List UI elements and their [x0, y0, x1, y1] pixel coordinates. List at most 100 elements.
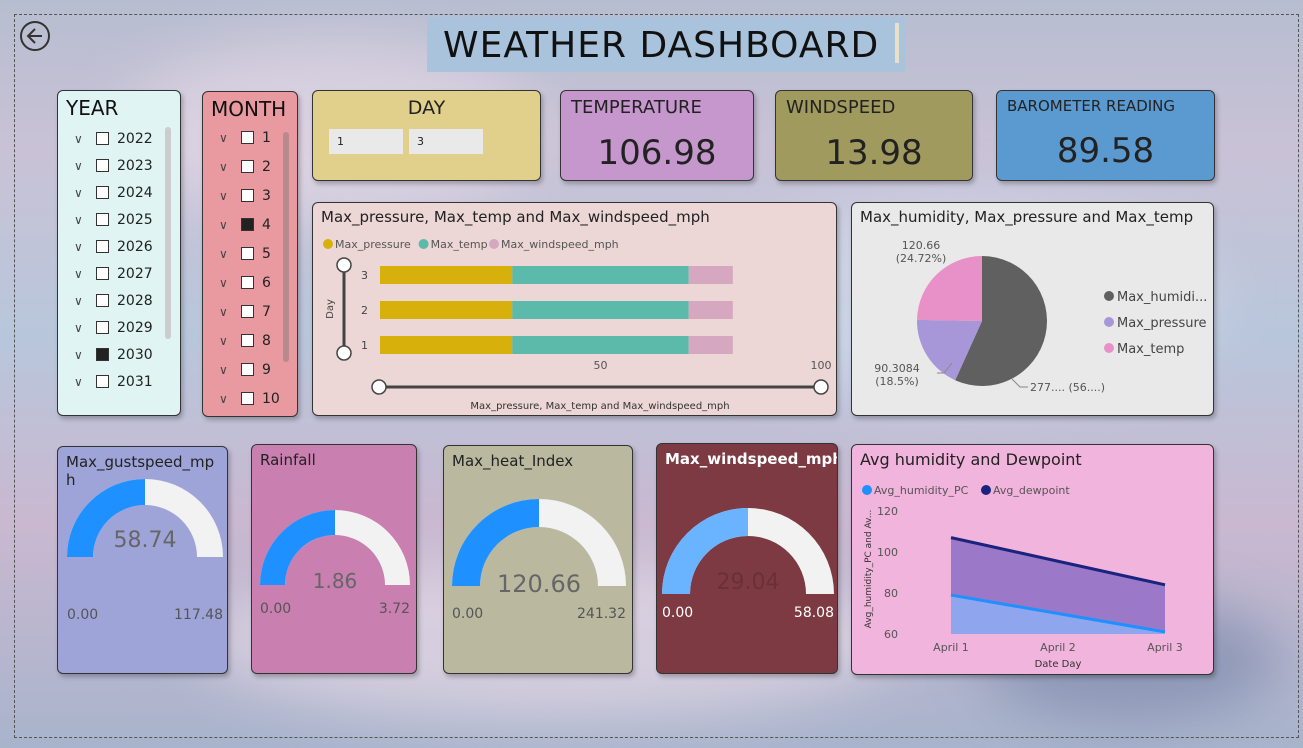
temperature-value: 106.98 [597, 133, 717, 173]
slicer-option[interactable]: ∨ 2029 [74, 320, 153, 336]
slicer-option[interactable]: ∨ 7 [219, 304, 271, 320]
chevron-down-icon[interactable]: ∨ [219, 305, 231, 319]
slicer-option[interactable]: ∨ 9 [219, 362, 271, 378]
chevron-down-icon[interactable]: ∨ [74, 186, 86, 200]
checkbox[interactable] [96, 186, 109, 199]
option-label: 2022 [117, 131, 153, 147]
bar-segment [688, 336, 733, 354]
option-label: 9 [262, 362, 271, 378]
checkbox[interactable] [96, 159, 109, 172]
x-tick-label: April 1 [933, 641, 969, 654]
day-from-input[interactable]: 1 [329, 129, 403, 154]
x-tick-label: 50 [594, 359, 608, 372]
chevron-down-icon[interactable]: ∨ [219, 160, 231, 174]
chevron-down-icon[interactable]: ∨ [74, 348, 86, 362]
slicer-option[interactable]: ∨ 2 [219, 159, 271, 175]
chevron-down-icon[interactable]: ∨ [74, 213, 86, 227]
checkbox[interactable] [241, 247, 254, 260]
slider-handle [336, 345, 352, 361]
slicer-option[interactable]: ∨ 2027 [74, 266, 153, 282]
slicer-option[interactable]: ∨ 2024 [74, 185, 153, 201]
chevron-down-icon[interactable]: ∨ [219, 334, 231, 348]
leader-line [1011, 378, 1028, 388]
gauge-card: Max_windspeed_mph 29.04 0.00 58.08 [656, 443, 838, 674]
x-axis-label: Max_pressure, Max_temp and Max_windspeed… [470, 401, 729, 412]
bar-segment [688, 301, 733, 319]
chevron-down-icon[interactable]: ∨ [74, 375, 86, 389]
legend-marker [323, 239, 333, 249]
back-button[interactable] [20, 21, 50, 51]
chevron-down-icon[interactable]: ∨ [74, 132, 86, 146]
checkbox[interactable] [241, 160, 254, 173]
chevron-down-icon[interactable]: ∨ [219, 131, 231, 145]
option-label: 8 [262, 333, 271, 349]
slicer-option[interactable]: ∨ 10 [219, 391, 280, 407]
gauge-chart: 58.74 0.00 117.48 [67, 479, 223, 623]
slicer-option[interactable]: ∨ 2030 [74, 347, 153, 363]
windspeed-label: WINDSPEED [786, 97, 896, 118]
chevron-down-icon[interactable]: ∨ [219, 276, 231, 290]
slicer-option[interactable]: ∨ 2025 [74, 212, 153, 228]
slicer-option[interactable]: ∨ 1 [219, 130, 271, 146]
option-label: 4 [262, 217, 271, 233]
data-label: (24.72%) [896, 252, 947, 265]
chevron-down-icon[interactable]: ∨ [219, 218, 231, 232]
slicer-option[interactable]: ∨ 4 [219, 217, 271, 233]
checkbox[interactable] [241, 363, 254, 376]
slicer-option[interactable]: ∨ 3 [219, 188, 271, 204]
slicer-option[interactable]: ∨ 2028 [74, 293, 153, 309]
chevron-down-icon[interactable]: ∨ [74, 240, 86, 254]
slicer-option[interactable]: ∨ 2031 [74, 374, 153, 390]
checkbox[interactable] [96, 267, 109, 280]
legend-marker [981, 485, 991, 495]
checkbox[interactable] [241, 131, 254, 144]
chevron-down-icon[interactable]: ∨ [219, 189, 231, 203]
slicer-option[interactable]: ∨ 5 [219, 246, 271, 262]
y-tick-label: 60 [884, 628, 898, 641]
back-arrow-icon [26, 28, 42, 44]
chevron-down-icon[interactable]: ∨ [74, 294, 86, 308]
checkbox[interactable] [96, 213, 109, 226]
month-scrollbar[interactable] [283, 132, 289, 362]
bar-chart: Max_pressure Max_temp Max_windspeed_mph 3 2 1… [323, 238, 832, 412]
chevron-down-icon[interactable]: ∨ [219, 247, 231, 261]
checkbox[interactable] [96, 348, 109, 361]
chevron-down-icon[interactable]: ∨ [74, 159, 86, 173]
day-to-input[interactable]: 3 [409, 129, 483, 154]
checkbox[interactable] [96, 132, 109, 145]
checkbox[interactable] [96, 294, 109, 307]
y-tick-label: 3 [361, 269, 368, 282]
bar-segment [380, 336, 513, 354]
option-label: 7 [262, 304, 271, 320]
checkbox[interactable] [96, 375, 109, 388]
slicer-option[interactable]: ∨ 6 [219, 275, 271, 291]
checkbox[interactable] [241, 334, 254, 347]
option-label: 2029 [117, 320, 153, 336]
legend-marker [489, 239, 499, 249]
option-label: 2026 [117, 239, 153, 255]
option-label: 2025 [117, 212, 153, 228]
slider-handle [371, 379, 387, 395]
area-chart: Avg_humidity_PC Avg_dewpoint 60 80 100 120 Apr… [862, 484, 1183, 670]
chevron-down-icon[interactable]: ∨ [219, 392, 231, 406]
x-tick-label: 100 [811, 359, 832, 372]
checkbox[interactable] [241, 392, 254, 405]
checkbox[interactable] [241, 305, 254, 318]
checkbox[interactable] [96, 240, 109, 253]
windspeed-value: 13.98 [825, 133, 923, 173]
slicer-option[interactable]: ∨ 2022 [74, 131, 153, 147]
y-axis-label: Day [325, 299, 336, 319]
checkbox[interactable] [241, 189, 254, 202]
chevron-down-icon[interactable]: ∨ [74, 321, 86, 335]
slicer-option[interactable]: ∨ 8 [219, 333, 271, 349]
checkbox[interactable] [241, 218, 254, 231]
slicer-option[interactable]: ∨ 2023 [74, 158, 153, 174]
legend-label: Max_pressure [1117, 316, 1207, 331]
slicer-option[interactable]: ∨ 2026 [74, 239, 153, 255]
bar-segment [380, 266, 513, 284]
chevron-down-icon[interactable]: ∨ [219, 363, 231, 377]
year-scrollbar[interactable] [165, 127, 171, 339]
chevron-down-icon[interactable]: ∨ [74, 267, 86, 281]
checkbox[interactable] [241, 276, 254, 289]
checkbox[interactable] [96, 321, 109, 334]
